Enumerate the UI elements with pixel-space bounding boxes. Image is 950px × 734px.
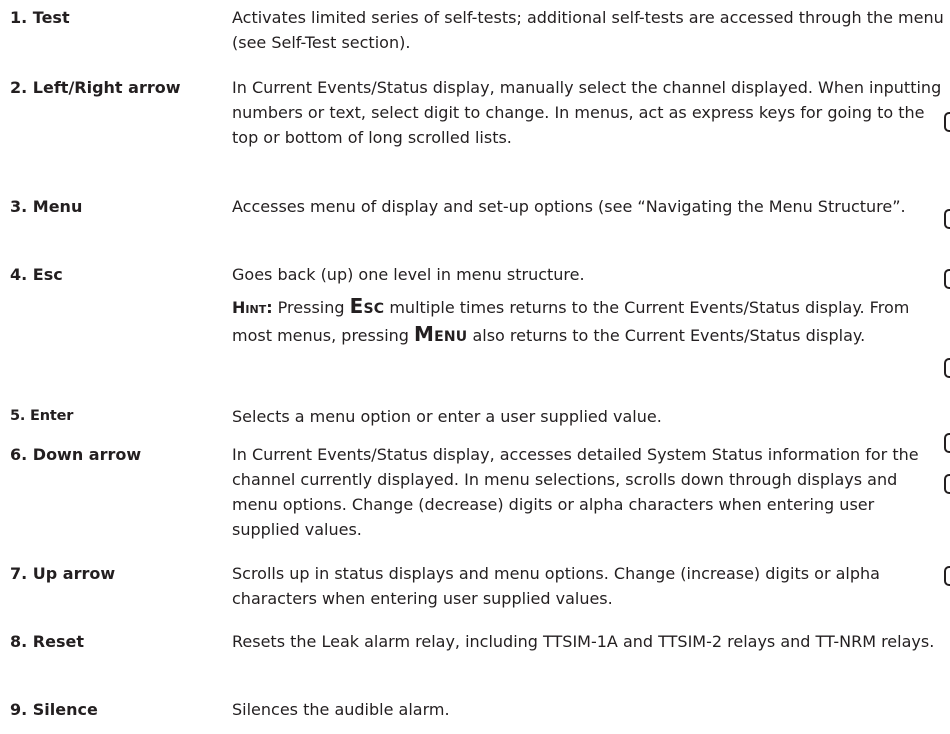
callout-marker-edge xyxy=(944,433,950,453)
desc-text: Resets the Leak alarm relay, including T… xyxy=(232,632,935,651)
term-up-arrow: 7. Up arrow xyxy=(10,564,116,583)
term-reset: 8. Reset xyxy=(10,632,84,651)
desc-text: Silences the audible alarm. xyxy=(232,700,450,719)
callout-marker-edge xyxy=(944,566,950,586)
callout-marker-edge xyxy=(944,269,950,289)
desc-text: In Current Events/Status display, manual… xyxy=(232,78,942,147)
callout-marker-edge xyxy=(944,112,950,132)
desc-reset: Resets the Leak alarm relay, including T… xyxy=(232,629,944,654)
term-silence: 9. Silence xyxy=(10,700,98,719)
desc-text: Goes back (up) one level in menu structu… xyxy=(232,265,585,284)
hint-text-3: also returns to the Current Events/Statu… xyxy=(467,326,866,345)
desc-text: Activates limited series of self-tests; … xyxy=(232,8,944,52)
desc-esc: Goes back (up) one level in menu structu… xyxy=(232,262,944,349)
desc-text: Scrolls up in status displays and menu o… xyxy=(232,564,880,608)
term-test: 1. Test xyxy=(10,8,70,27)
term-enter: 5. Enter xyxy=(10,408,74,424)
desc-menu: Accesses menu of display and set-up opti… xyxy=(232,194,944,219)
desc-down-arrow: In Current Events/Status display, access… xyxy=(232,442,944,542)
key-definitions-page: 1. Test Activates limited series of self… xyxy=(0,0,950,734)
desc-text: Accesses menu of display and set-up opti… xyxy=(232,197,906,216)
callout-marker-edge xyxy=(944,209,950,229)
term-left-right-arrow: 2. Left/Right arrow xyxy=(10,78,181,97)
term-menu: 3. Menu xyxy=(10,197,83,216)
desc-up-arrow: Scrolls up in status displays and menu o… xyxy=(232,561,944,611)
term-esc: 4. Esc xyxy=(10,265,63,284)
hint-paragraph: Hint: Pressing Esc multiple times return… xyxy=(232,293,944,349)
desc-text: In Current Events/Status display, access… xyxy=(232,445,919,539)
hint-text-1: Pressing xyxy=(272,298,350,317)
desc-test: Activates limited series of self-tests; … xyxy=(232,5,944,55)
esc-key-label: Esc xyxy=(349,294,385,318)
term-down-arrow: 6. Down arrow xyxy=(10,445,142,464)
callout-marker-edge xyxy=(944,358,950,378)
callout-marker-edge xyxy=(944,474,950,494)
desc-enter: Selects a menu option or enter a user su… xyxy=(232,404,944,429)
menu-key-label: Menu xyxy=(414,322,468,346)
hint-label: Hint: xyxy=(232,298,273,317)
desc-silence: Silences the audible alarm. xyxy=(232,697,944,722)
desc-left-right-arrow: In Current Events/Status display, manual… xyxy=(232,75,944,150)
desc-text: Selects a menu option or enter a user su… xyxy=(232,407,662,426)
